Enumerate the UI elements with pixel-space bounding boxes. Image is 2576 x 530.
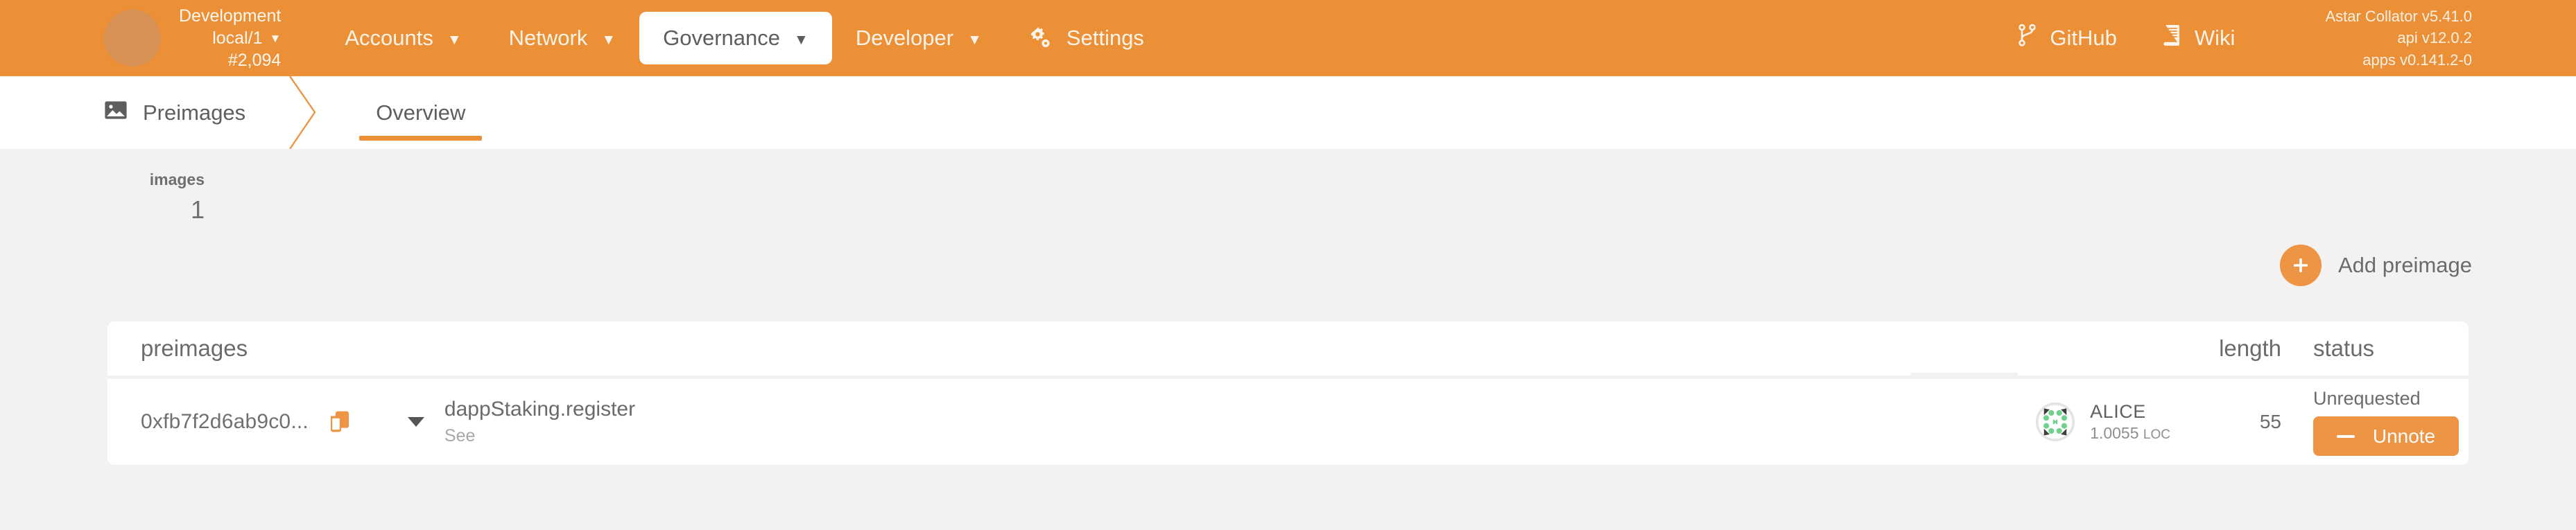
breadcrumb-label: Preimages: [143, 100, 246, 125]
status-badge: Unrequested: [2313, 388, 2421, 409]
cell-call: dappStaking.register See: [444, 397, 635, 446]
nav-label-accounts: Accounts: [345, 26, 433, 50]
top-bar-right: GitHub Wiki Astar Collator v5.41.0 api v…: [2018, 6, 2576, 71]
add-preimage-button[interactable]: Add preimage: [2279, 244, 2472, 286]
chevron-down-icon: ▼: [447, 31, 462, 48]
cell-length: 55: [2259, 410, 2281, 432]
chain-endpoint: local/1: [212, 28, 263, 48]
chevron-down-icon: ▼: [601, 31, 616, 48]
tab-bar: Preimages Overview: [0, 76, 2576, 149]
add-preimage-label: Add preimage: [2337, 252, 2472, 277]
summary-bar: images 1: [0, 149, 2576, 225]
chain-name: Development: [179, 6, 282, 26]
chevron-down-icon[interactable]: [407, 416, 425, 428]
nav-item-settings[interactable]: Settings: [1005, 12, 1168, 64]
version-node: Astar Collator v5.41.0: [2325, 8, 2472, 26]
tab-overview[interactable]: Overview: [352, 76, 489, 149]
nav-item-network[interactable]: Network ▼: [485, 12, 640, 64]
summary-card-images: images 1: [104, 170, 205, 225]
nav-item-accounts[interactable]: Accounts ▼: [321, 12, 485, 64]
unnote-button-label: Unnote: [2372, 425, 2436, 447]
header-divider: [1910, 372, 2018, 377]
chevron-down-icon: ▼: [967, 31, 982, 48]
preimage-hash: 0xfb7f2d6ab9c0...: [141, 409, 309, 433]
chain-logo: [104, 10, 161, 67]
breadcrumb-preimages: Preimages: [0, 76, 245, 149]
account-balance: 1.0055 LOC: [2090, 424, 2170, 443]
chevron-down-icon[interactable]: ▼: [269, 33, 281, 44]
chain-selector[interactable]: Development local/1 ▼ #2,094: [104, 5, 281, 71]
table-row: 0xfb7f2d6ab9c0... dappStaking.register S…: [107, 378, 2469, 465]
tab-label-overview: Overview: [376, 100, 466, 125]
column-header-status: status: [2313, 335, 2375, 361]
plus-icon: [2279, 244, 2322, 286]
version-api: api v12.0.2: [2397, 29, 2472, 47]
call-name: dappStaking.register: [444, 398, 636, 421]
nav-label-governance: Governance: [663, 26, 781, 50]
chain-block-number: #2,094: [227, 51, 282, 70]
link-label-github: GitHub: [2050, 25, 2117, 50]
summary-label: images: [149, 170, 205, 188]
link-wiki[interactable]: Wiki: [2163, 24, 2236, 53]
preimages-table: preimages length status 0xfb7f2d6ab9c0..…: [107, 321, 2469, 465]
cell-status: Unrequested Unnote: [2281, 387, 2469, 457]
nav-item-governance[interactable]: Governance ▼: [639, 12, 832, 64]
account-balance-amount: 1.0055: [2090, 424, 2139, 443]
nav-item-developer[interactable]: Developer ▼: [832, 12, 1005, 64]
version-info: Astar Collator v5.41.0 api v12.0.2 apps …: [2325, 6, 2472, 71]
gear-icon: [1029, 26, 1053, 50]
nav-label-developer: Developer: [855, 26, 954, 50]
account-balance-unit: LOC: [2143, 427, 2170, 443]
column-header-length: length: [2219, 335, 2281, 361]
version-apps: apps v0.141.2-0: [2362, 51, 2472, 69]
unnote-button[interactable]: Unnote: [2313, 416, 2459, 457]
external-links: GitHub Wiki: [2018, 24, 2235, 53]
main-content: images 1 Add preimage preimages length s…: [0, 149, 2576, 465]
copy-icon[interactable]: [329, 410, 350, 434]
link-github[interactable]: GitHub: [2018, 24, 2117, 53]
table-header-row: preimages length status: [107, 321, 2469, 377]
tab-divider: [279, 76, 327, 149]
nav-label-network: Network: [508, 26, 588, 50]
nav-label-settings: Settings: [1066, 26, 1144, 50]
top-bar: Development local/1 ▼ #2,094 Accounts ▼ …: [0, 0, 2576, 76]
cell-hash: 0xfb7f2d6ab9c0...: [107, 410, 425, 434]
account-info: ALICE 1.0055 LOC: [2090, 400, 2170, 443]
link-label-wiki: Wiki: [2194, 25, 2236, 50]
chevron-down-icon: ▼: [794, 31, 809, 48]
action-bar: Add preimage: [0, 225, 2576, 286]
book-icon: [2163, 24, 2182, 53]
summary-value: 1: [190, 195, 205, 224]
column-header-preimages: preimages: [141, 335, 248, 361]
cell-account[interactable]: ALICE 1.0055 LOC: [2036, 400, 2170, 443]
main-navigation: Accounts ▼ Network ▼ Governance ▼ Develo…: [321, 12, 1168, 64]
avatar: [2036, 402, 2075, 441]
image-icon: [104, 100, 128, 125]
chain-info: Development local/1 ▼ #2,094: [179, 5, 281, 71]
git-branch-icon: [2018, 24, 2037, 53]
call-sub-label: See: [444, 426, 476, 446]
account-name: ALICE: [2090, 400, 2146, 422]
minus-icon: [2336, 434, 2355, 438]
